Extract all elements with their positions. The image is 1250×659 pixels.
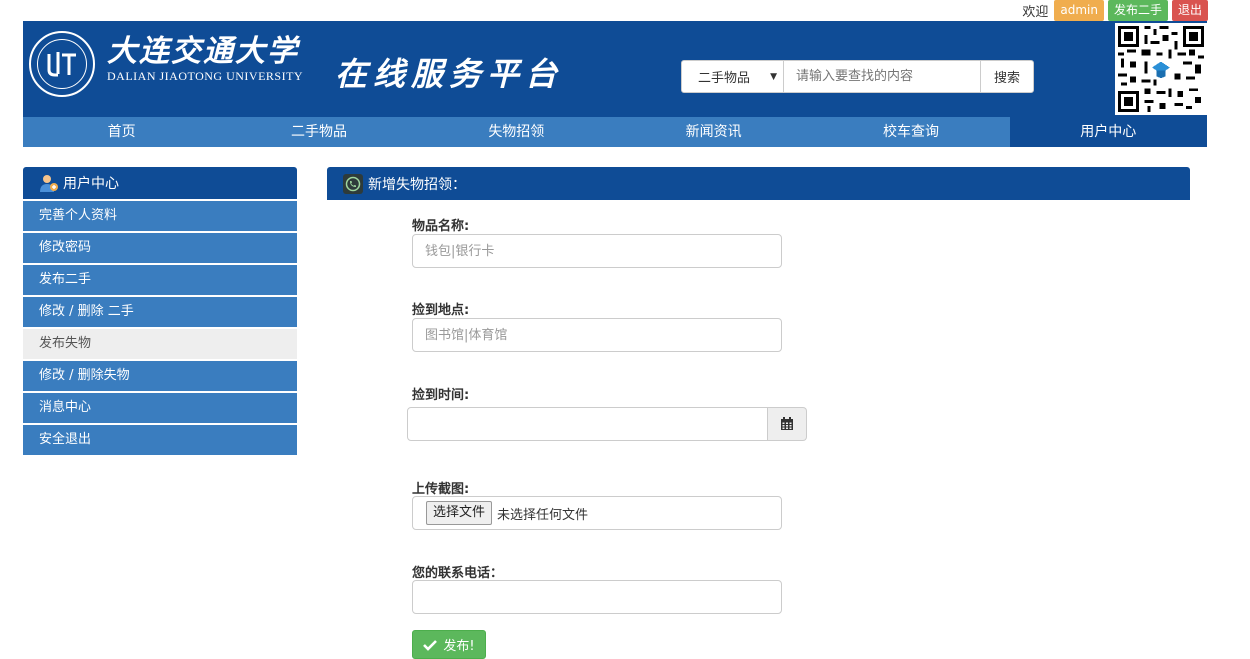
sidebar-item-post-lost[interactable]: 发布失物 xyxy=(23,329,297,359)
sidebar-item-messages[interactable]: 消息中心 xyxy=(23,393,297,423)
username-badge[interactable]: admin xyxy=(1054,0,1104,21)
form-title: 新增失物招领： xyxy=(368,176,466,193)
checkmark-icon xyxy=(423,639,438,651)
nav-item-shuttle[interactable]: 校车查询 xyxy=(812,117,1009,147)
form-panel-header: 新增失物招领： xyxy=(327,167,1190,200)
search-category-value: 二手物品 xyxy=(698,71,751,86)
nav-item-lost-found[interactable]: 失物招领 xyxy=(418,117,615,147)
qr-code-icon xyxy=(1118,26,1204,112)
post-secondhand-button[interactable]: 发布二手 xyxy=(1107,0,1168,21)
sidebar-header: 用户中心 xyxy=(23,167,297,199)
university-name-en: DALIAN JIAOTONG UNIVERSITY xyxy=(107,69,304,83)
submit-button[interactable]: 发布! xyxy=(412,630,486,659)
sidebar: 用户中心 完善个人资料 修改密码 发布二手 修改 / 删除 二手 发布失物 修改… xyxy=(23,167,297,455)
file-upload-field: 选择文件 未选择任何文件 xyxy=(412,496,782,530)
university-logo[interactable] xyxy=(29,31,95,97)
file-status-text: 未选择任何文件 xyxy=(497,507,589,523)
university-name: 大连交通大学 DALIAN JIAOTONG UNIVERSITY xyxy=(107,35,303,84)
platform-title: 在线服务平台 xyxy=(335,55,564,93)
sidebar-item-change-password[interactable]: 修改密码 xyxy=(23,233,297,263)
choose-file-button[interactable]: 选择文件 xyxy=(426,501,493,525)
sidebar-item-post-secondhand[interactable]: 发布二手 xyxy=(23,265,297,295)
time-input-group xyxy=(407,407,807,441)
sidebar-item-edit-secondhand[interactable]: 修改 / 删除 二手 xyxy=(23,297,297,327)
phone-label: 您的联系电话： xyxy=(412,566,504,581)
nav-item-news[interactable]: 新闻资讯 xyxy=(615,117,812,147)
site-header: 大连交通大学 DALIAN JIAOTONG UNIVERSITY 在线服务平台… xyxy=(23,21,1207,117)
logo-emblem xyxy=(37,39,87,89)
phone-chat-icon xyxy=(343,173,363,194)
welcome-text: 欢迎 xyxy=(1022,5,1049,20)
university-name-cn: 大连交通大学 xyxy=(107,34,299,69)
logo-monogram-icon xyxy=(47,52,76,77)
qr-code-image xyxy=(1115,23,1207,115)
nav-item-home[interactable]: 首页 xyxy=(23,117,220,147)
nav-item-user-center[interactable]: 用户中心 xyxy=(1009,117,1207,147)
sidebar-item-profile[interactable]: 完善个人资料 xyxy=(23,201,297,231)
sidebar-title: 用户中心 xyxy=(63,176,119,192)
item-name-label: 物品名称: xyxy=(412,219,470,234)
nav-item-secondhand[interactable]: 二手物品 xyxy=(220,117,417,147)
submit-label: 发布! xyxy=(443,639,475,654)
phone-input[interactable] xyxy=(412,580,782,614)
search-category-select[interactable]: 二手物品 ▼ xyxy=(681,60,784,93)
upload-label: 上传截图: xyxy=(412,482,470,497)
caret-down-icon: ▼ xyxy=(770,71,777,82)
user-bar: 欢迎 admin 发布二手 退出 xyxy=(1022,0,1208,21)
calendar-button[interactable] xyxy=(768,407,807,441)
search-input[interactable] xyxy=(784,60,980,93)
logout-button[interactable]: 退出 xyxy=(1171,0,1208,21)
place-input[interactable] xyxy=(412,318,782,352)
calendar-icon xyxy=(781,417,793,430)
item-name-input[interactable] xyxy=(412,234,782,268)
sidebar-item-logout[interactable]: 安全退出 xyxy=(23,425,297,455)
main-nav: 首页 二手物品 失物招领 新闻资讯 校车查询 用户中心 xyxy=(23,117,1207,147)
sidebar-item-edit-lost[interactable]: 修改 / 删除失物 xyxy=(23,361,297,391)
search-button[interactable]: 搜索 xyxy=(980,60,1034,93)
time-input[interactable] xyxy=(407,407,768,441)
user-icon xyxy=(40,175,58,192)
search-bar: 二手物品 ▼ 搜索 xyxy=(681,60,1034,93)
time-label: 捡到时间: xyxy=(412,388,470,403)
place-label: 捡到地点: xyxy=(412,303,470,318)
